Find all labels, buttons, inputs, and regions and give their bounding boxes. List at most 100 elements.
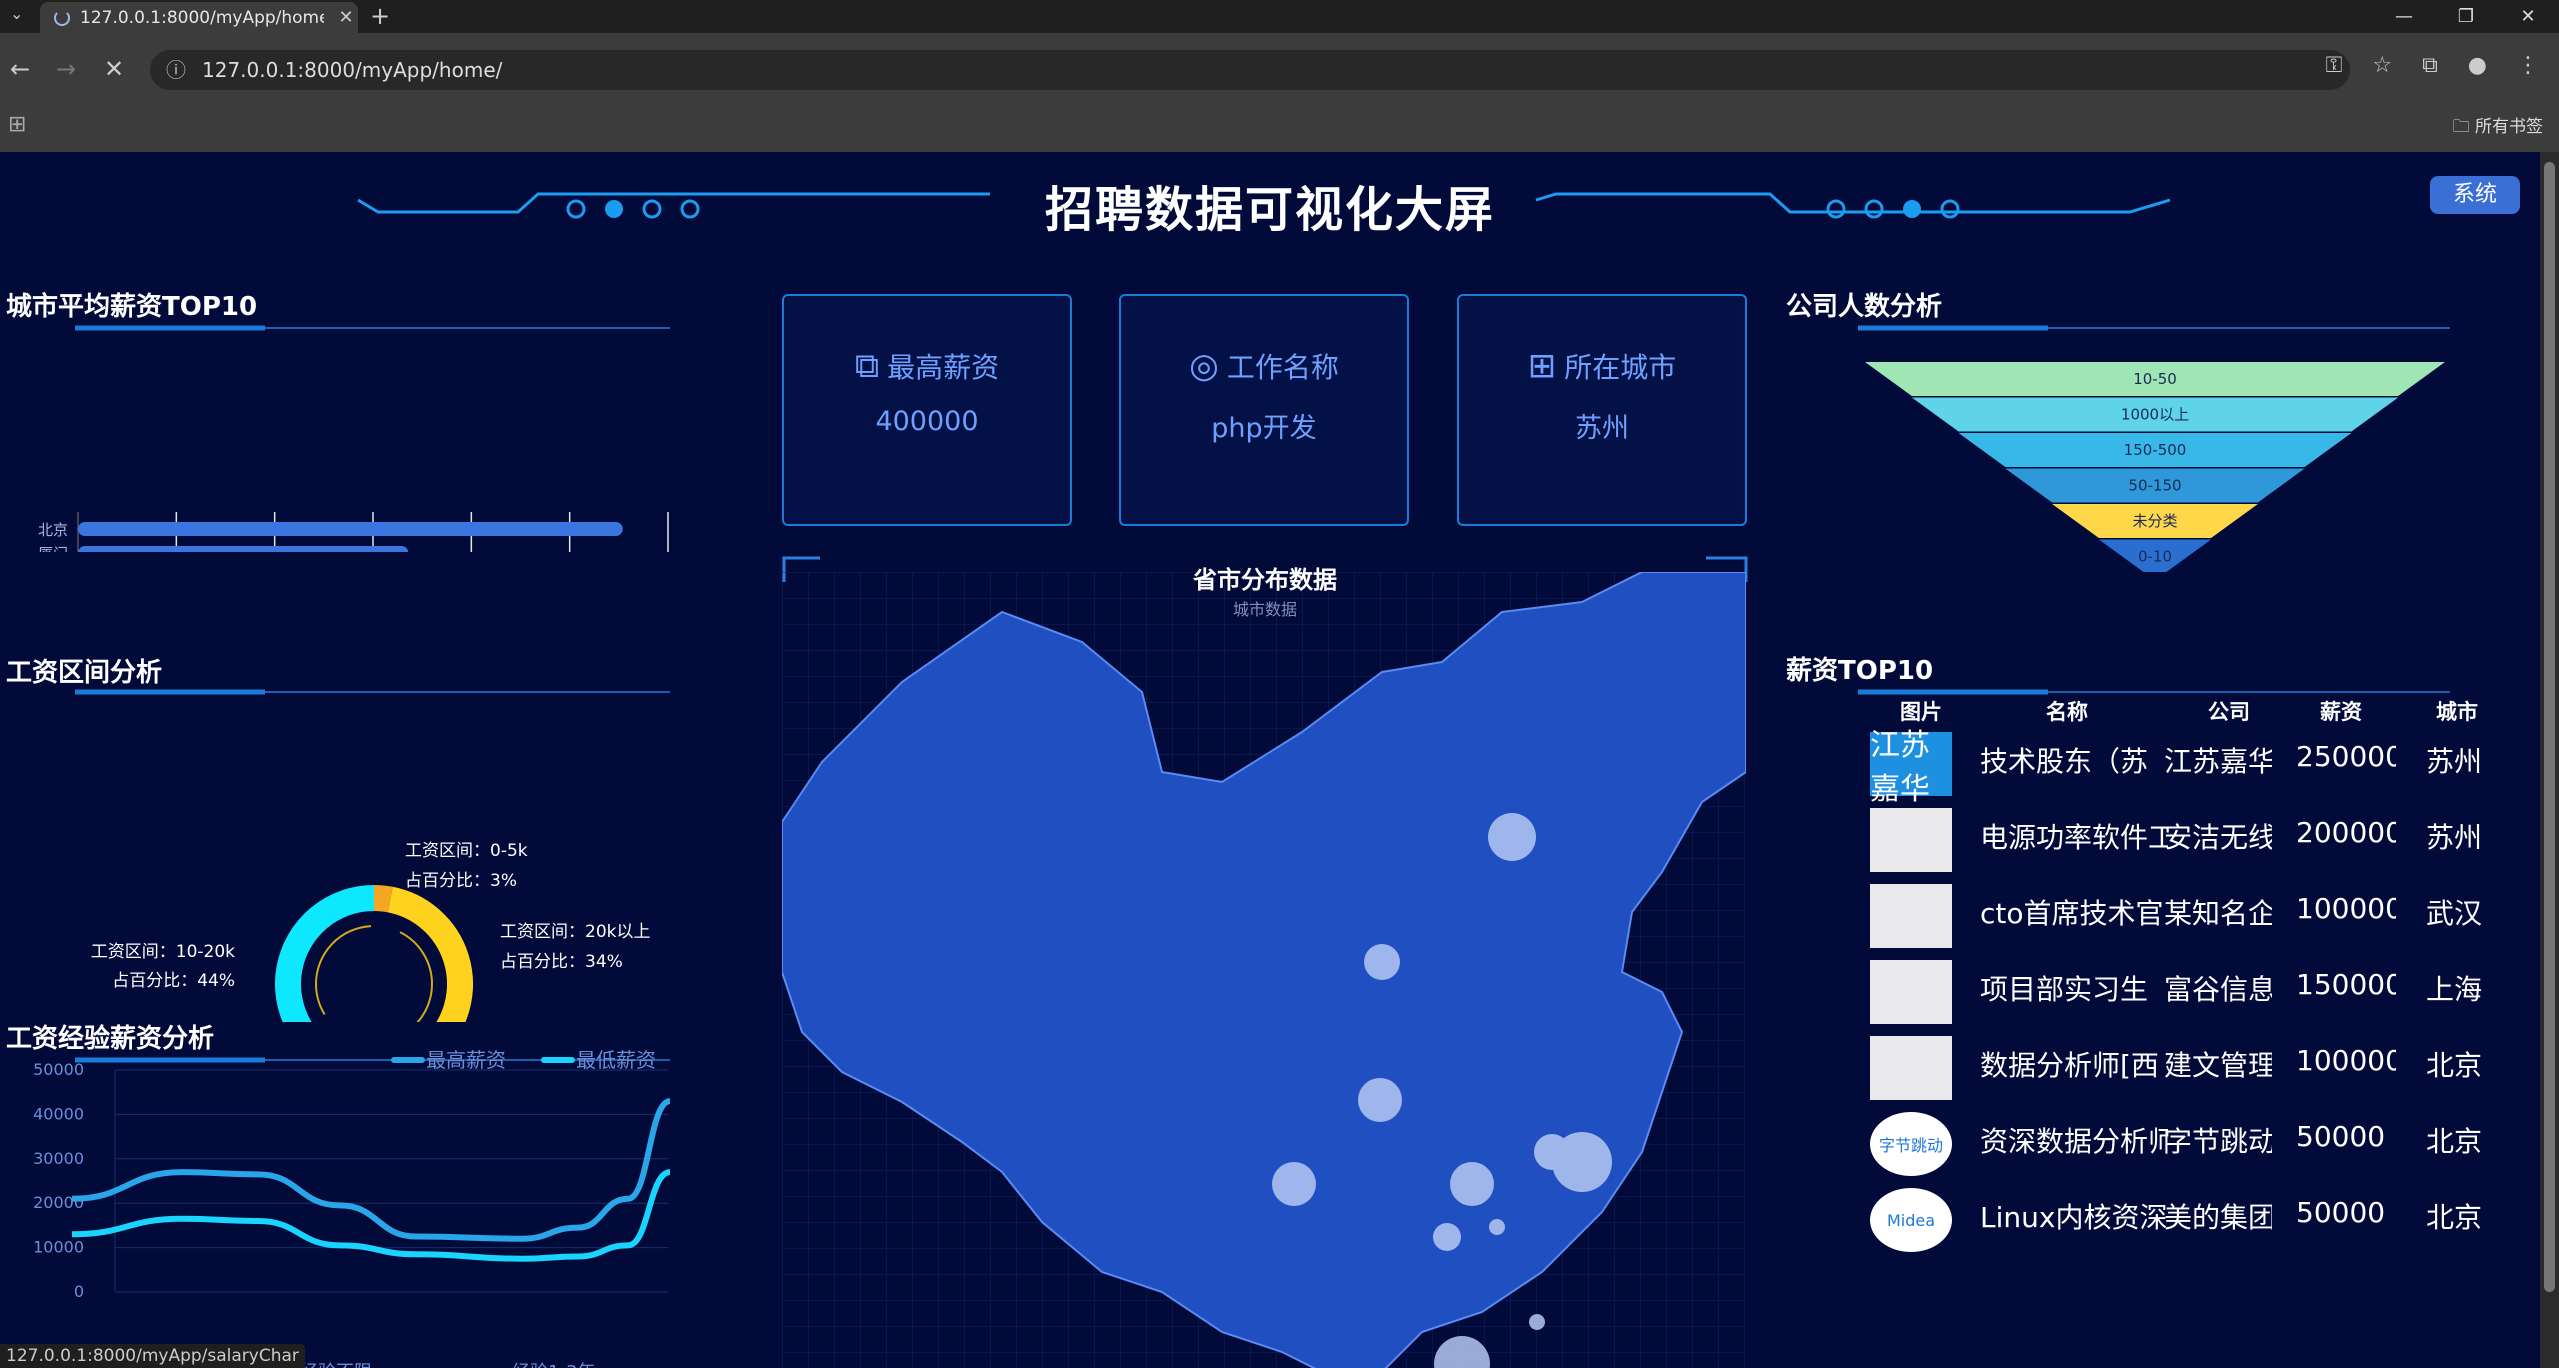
table-row[interactable]: 电源功率软件工 安洁无线 200000 苏州 xyxy=(1866,806,2506,878)
address-bar[interactable]: ⓘ 127.0.0.1:8000/myApp/home/ xyxy=(150,50,2350,90)
map-title: 省市分布数据 xyxy=(1193,566,1337,594)
cell-city: 武汉 xyxy=(2426,897,2483,930)
cell-city: 北京 xyxy=(2426,1049,2483,1082)
cell-name: 项目部实习生 xyxy=(1980,973,2149,1006)
all-bookmarks-label: 所有书签 xyxy=(2475,117,2543,137)
cell-company: 美的集团IT xyxy=(2164,1201,2272,1234)
ring-inner-decor xyxy=(315,925,433,1022)
header-salary: 薪资 xyxy=(2320,700,2362,724)
cell-name: 技术股东（苏 xyxy=(1980,745,2149,778)
ring-slice xyxy=(275,885,375,1022)
funnel-label: 50-150 xyxy=(2128,477,2181,495)
close-tab-icon[interactable]: ✕ xyxy=(334,7,358,28)
cell-company: 富谷信息 xyxy=(2164,973,2272,1006)
table-row[interactable]: 项目部实习生 富谷信息 150000 上海 xyxy=(1866,958,2506,1030)
bookmarks-bar: ⊞ 🗀 所有书签 xyxy=(0,100,2559,152)
password-key-icon[interactable]: ⚿ xyxy=(2326,53,2343,78)
menu-icon[interactable]: ⋮ xyxy=(2517,53,2539,78)
cell-salary: 50000 xyxy=(2296,1120,2386,1153)
table-row[interactable]: 数据分析师[西 建文管理 100000 北京 xyxy=(1866,1034,2506,1106)
site-info-icon[interactable]: ⓘ xyxy=(166,50,186,90)
header-name: 名称 xyxy=(2046,700,2088,724)
cell-salary: 100000 xyxy=(2296,892,2396,925)
url-text: 127.0.0.1:8000/myApp/home/ xyxy=(202,58,503,82)
kpi-value: 苏州 xyxy=(1575,413,1629,444)
cell-name: cto首席技术官 xyxy=(1980,897,2164,930)
back-icon[interactable]: ← xyxy=(10,55,30,83)
company-logo xyxy=(1870,1036,1952,1100)
kpi-card-job-name: ◎ 工作名称 php开发 xyxy=(1119,294,1409,526)
extensions-icon[interactable]: ⧉ xyxy=(2422,53,2438,78)
stop-loading-icon[interactable]: ✕ xyxy=(104,55,124,83)
tab-title: 127.0.0.1:8000/myApp/home/ xyxy=(80,7,324,28)
window-close-icon[interactable]: ✕ xyxy=(2497,0,2559,33)
cell-city: 苏州 xyxy=(2426,821,2483,854)
cell-salary: 200000 xyxy=(2296,816,2396,849)
section-title-company-size: 公司人数分析 xyxy=(1786,292,1943,322)
cell-city: 北京 xyxy=(2426,1201,2483,1234)
x-tick-label: 经验不限 xyxy=(300,1362,372,1368)
scrollbar-thumb[interactable] xyxy=(2544,162,2555,1292)
tab-search-icon[interactable]: ⌄ xyxy=(10,4,23,23)
apps-icon[interactable]: ⊞ xyxy=(8,112,26,137)
slice-label: 工资区间：0-5k xyxy=(405,841,528,861)
table-row[interactable]: Midea Linux内核资深美的集团IT 50000 北京 xyxy=(1866,1186,2506,1258)
table-row[interactable]: 字节跳动 资深数据分析师 字节跳动 50000 北京 xyxy=(1866,1110,2506,1182)
scrollbar[interactable] xyxy=(2540,152,2559,1368)
y-tick-label: 厦门 xyxy=(38,545,68,552)
table-row[interactable]: 江苏嘉华 技术股东（苏 江苏嘉华 250000 苏州 xyxy=(1866,728,2506,807)
y-tick-label: 10000 xyxy=(33,1238,84,1257)
bar xyxy=(78,522,623,536)
company-logo xyxy=(1870,960,1952,1024)
funnel-label: 0-10 xyxy=(2138,548,2172,566)
cell-company: 江苏嘉华 xyxy=(2164,745,2272,778)
header-company: 公司 xyxy=(2208,700,2250,724)
minimize-icon[interactable]: — xyxy=(2373,0,2435,33)
y-tick-label: 40000 xyxy=(33,1104,84,1123)
cell-name: 数据分析师[西 xyxy=(1980,1049,2159,1082)
table-row[interactable]: cto首席技术官 某知名企 100000 武汉 xyxy=(1866,882,2506,954)
forward-icon[interactable]: → xyxy=(56,55,76,83)
browser-tab[interactable]: 127.0.0.1:8000/myApp/home/ ✕ xyxy=(40,2,358,33)
bookmark-star-icon[interactable]: ☆ xyxy=(2372,53,2392,78)
salary-range-ring-chart: 工资区间：0-5k占百分比：3%工资区间：20k以上占百分比：34%工资区间：5… xyxy=(91,841,650,1022)
funnel-label: 10-50 xyxy=(2133,370,2177,388)
all-bookmarks[interactable]: 🗀 所有书签 xyxy=(2453,112,2543,143)
experience-salary-line-chart: 50000400003000020000100000经验3-5年经验不限经验1-… xyxy=(33,1048,672,1368)
browser-tab-strip: ⌄ 127.0.0.1:8000/myApp/home/ ✕ + — ❐ ✕ xyxy=(0,0,2559,33)
restore-icon[interactable]: ❐ xyxy=(2435,0,2497,33)
slice-percent: 占百分比：34% xyxy=(500,952,623,972)
china-map[interactable] xyxy=(782,572,1746,1368)
grid-icon: ⊞ xyxy=(1527,346,1557,386)
cell-city: 北京 xyxy=(2426,1125,2483,1158)
y-tick-label: 30000 xyxy=(33,1149,84,1168)
bar xyxy=(78,546,409,552)
cell-salary: 150000 xyxy=(2296,968,2396,1001)
profile-icon[interactable]: ● xyxy=(2468,53,2487,78)
slice-percent: 占百分比：44% xyxy=(112,971,235,991)
company-logo: 江苏嘉华 xyxy=(1870,728,1952,807)
chrome-icon: ◎ xyxy=(1189,346,1219,386)
company-logo xyxy=(1870,808,1952,872)
system-button[interactable]: 系统 xyxy=(2430,176,2520,214)
cell-name: Linux内核资深 xyxy=(1980,1201,2168,1234)
funnel-label: 150-500 xyxy=(2124,441,2187,459)
cell-name: 电源功率软件工 xyxy=(1980,821,2168,854)
cell-salary: 250000 xyxy=(2296,740,2396,773)
kpi-label: 工作名称 xyxy=(1226,351,1339,384)
cell-company: 某知名企 xyxy=(2164,897,2272,930)
y-tick-label: 0 xyxy=(74,1282,84,1301)
map-subtitle: 城市数据 xyxy=(1232,600,1297,619)
cell-city: 苏州 xyxy=(2426,745,2483,778)
header-city: 城市 xyxy=(2436,700,2478,724)
legend-label: 最高薪资 xyxy=(426,1048,506,1072)
kpi-label: 所在城市 xyxy=(1564,351,1677,384)
funnel-label: 未分类 xyxy=(2132,512,2177,530)
new-tab-icon[interactable]: + xyxy=(370,2,390,30)
kpi-card-city: ⊞ 所在城市 苏州 xyxy=(1457,294,1747,526)
section-title-city-salary: 城市平均薪资TOP10 xyxy=(6,292,258,322)
slice-label: 工资区间：20k以上 xyxy=(500,922,650,942)
kpi-card-max-salary: ⧉ 最高薪资 400000 xyxy=(782,294,1072,526)
city-salary-bar-chart: 05,00010,00015,00020,00025,00030,000北京厦门… xyxy=(38,512,669,552)
cell-salary: 100000 xyxy=(2296,1044,2396,1077)
